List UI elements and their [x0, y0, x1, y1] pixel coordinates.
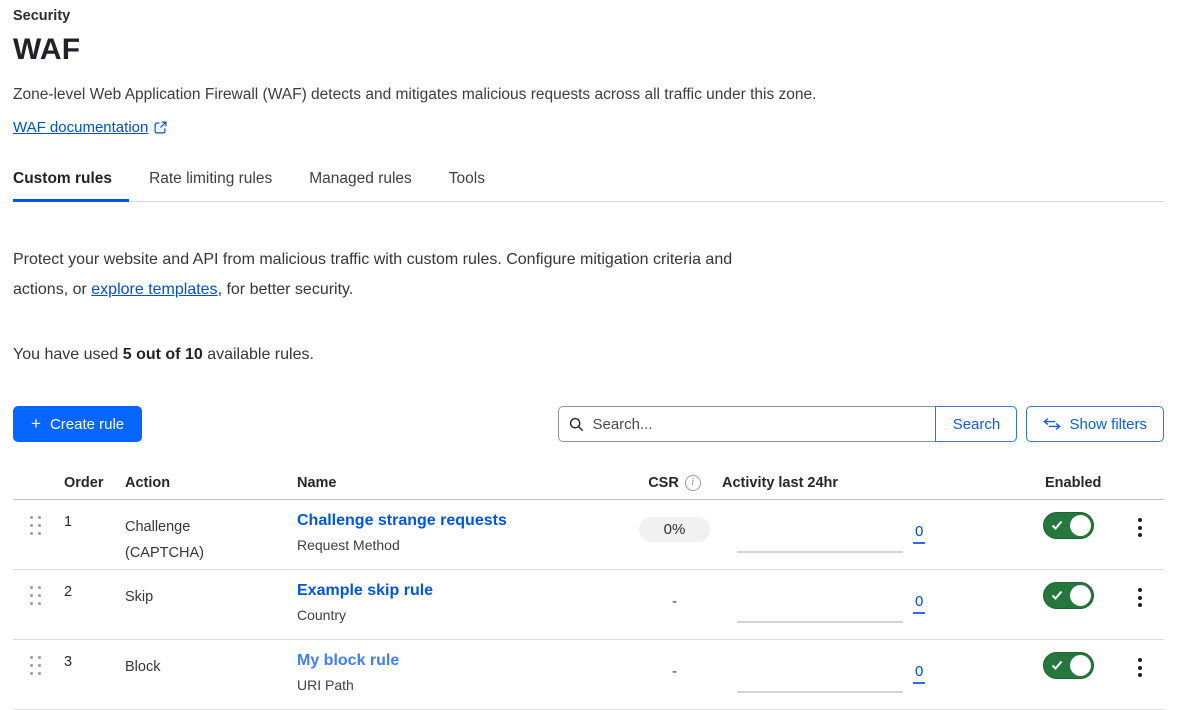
page-description: Zone-level Web Application Firewall (WAF…	[13, 86, 1164, 104]
enabled-cell	[1030, 500, 1115, 539]
external-link-icon	[154, 121, 167, 134]
drag-handle-icon[interactable]	[13, 640, 57, 676]
table-row: 2 Skip Example skip rule Country - 0	[13, 570, 1164, 640]
search-group: Search	[558, 406, 1017, 442]
intro-text-after: , for better security.	[218, 281, 354, 298]
rule-order: 2	[57, 570, 125, 600]
search-icon	[569, 417, 584, 432]
rule-name-link[interactable]: My block rule	[297, 652, 627, 670]
rule-action: Challenge(CAPTCHA)	[125, 500, 297, 566]
activity-sparkline	[737, 691, 903, 693]
csr-cell: -	[627, 640, 722, 680]
header-name: Name	[297, 475, 627, 491]
csr-badge: 0%	[639, 517, 711, 542]
activity-sparkline	[737, 621, 903, 623]
menu-cell	[1130, 500, 1150, 539]
explore-templates-link[interactable]: explore templates	[91, 281, 217, 298]
rule-criteria: URI Path	[297, 677, 627, 693]
waf-documentation-link[interactable]: WAF documentation	[13, 119, 167, 136]
usage-before: You have used	[13, 346, 123, 363]
csr-cell: -	[627, 570, 722, 610]
check-icon	[1051, 519, 1063, 531]
header-csr: CSR i	[648, 475, 701, 491]
usage-count: 5 out of 10	[123, 346, 203, 363]
enabled-cell	[1030, 640, 1115, 679]
activity-count-link[interactable]: 0	[913, 523, 925, 544]
waf-page: Security WAF Zone-level Web Application …	[0, 0, 1177, 710]
rule-order: 1	[57, 500, 125, 530]
menu-cell	[1130, 570, 1150, 609]
create-rule-label: Create rule	[50, 416, 124, 433]
rule-name-cell: Example skip rule Country	[297, 570, 627, 623]
check-icon	[1051, 589, 1063, 601]
check-icon	[1051, 659, 1063, 671]
create-rule-button[interactable]: + Create rule	[13, 406, 142, 442]
header-csr-label: CSR	[648, 475, 679, 491]
tab-rate-limiting-rules[interactable]: Rate limiting rules	[149, 170, 289, 201]
rules-toolbar: + Create rule Search Show filters	[13, 406, 1164, 442]
usage-summary: You have used 5 out of 10 available rule…	[13, 346, 1164, 364]
toggle-knob	[1070, 515, 1091, 536]
drag-handle-icon[interactable]	[13, 500, 57, 536]
rule-name-link[interactable]: Example skip rule	[297, 582, 627, 600]
search-box	[558, 406, 936, 442]
table-row: 3 Block My block rule URI Path - 0	[13, 640, 1164, 710]
table-header-row: Order Action Name CSR i Activity last 24…	[13, 466, 1164, 500]
enabled-toggle[interactable]	[1043, 582, 1094, 609]
page-title: WAF	[13, 33, 1164, 67]
activity-sparkline	[737, 551, 903, 553]
header-enabled: Enabled	[1030, 475, 1115, 491]
show-filters-label: Show filters	[1069, 416, 1147, 433]
kebab-menu-icon[interactable]	[1130, 516, 1150, 539]
kebab-menu-icon[interactable]	[1130, 586, 1150, 609]
toggle-knob	[1070, 585, 1091, 606]
activity-cell: 0	[722, 570, 1030, 640]
swap-arrows-icon	[1043, 417, 1061, 431]
kebab-menu-icon[interactable]	[1130, 656, 1150, 679]
waf-documentation-link-label: WAF documentation	[13, 119, 148, 136]
usage-after: available rules.	[203, 346, 314, 363]
tab-tools[interactable]: Tools	[449, 170, 502, 201]
header-order: Order	[57, 475, 125, 491]
csr-value: -	[672, 663, 677, 680]
drag-handle-icon[interactable]	[13, 570, 57, 606]
show-filters-button[interactable]: Show filters	[1026, 406, 1164, 442]
rule-action: Skip	[125, 570, 297, 610]
rule-order: 3	[57, 640, 125, 670]
plus-icon: +	[31, 414, 41, 434]
breadcrumb: Security	[13, 8, 1164, 24]
search-input[interactable]	[592, 416, 925, 433]
menu-cell	[1130, 640, 1150, 679]
table-row: 1 Challenge(CAPTCHA) Challenge strange r…	[13, 500, 1164, 570]
enabled-toggle[interactable]	[1043, 652, 1094, 679]
rule-criteria: Request Method	[297, 537, 627, 553]
rule-name-link[interactable]: Challenge strange requests	[297, 512, 627, 530]
activity-count-link[interactable]: 0	[913, 663, 925, 684]
tab-bar: Custom rules Rate limiting rules Managed…	[13, 170, 1164, 202]
activity-count-link[interactable]: 0	[913, 593, 925, 614]
tab-managed-rules[interactable]: Managed rules	[309, 170, 429, 201]
enabled-cell	[1030, 570, 1115, 609]
info-icon[interactable]: i	[685, 475, 701, 491]
csr-cell: 0%	[627, 500, 722, 542]
activity-cell: 0	[722, 640, 1030, 710]
rule-action: Block	[125, 640, 297, 680]
search-button[interactable]: Search	[935, 406, 1017, 442]
intro-text: Protect your website and API from malici…	[13, 245, 758, 305]
activity-cell: 0	[722, 500, 1030, 570]
rule-criteria: Country	[297, 607, 627, 623]
header-action: Action	[125, 475, 297, 491]
rule-name-cell: My block rule URI Path	[297, 640, 627, 693]
rule-name-cell: Challenge strange requests Request Metho…	[297, 500, 627, 553]
tab-custom-rules[interactable]: Custom rules	[13, 170, 129, 201]
custom-rules-table: Order Action Name CSR i Activity last 24…	[13, 466, 1164, 710]
enabled-toggle[interactable]	[1043, 512, 1094, 539]
toggle-knob	[1070, 655, 1091, 676]
csr-value: -	[672, 593, 677, 610]
header-activity: Activity last 24hr	[722, 475, 1030, 491]
